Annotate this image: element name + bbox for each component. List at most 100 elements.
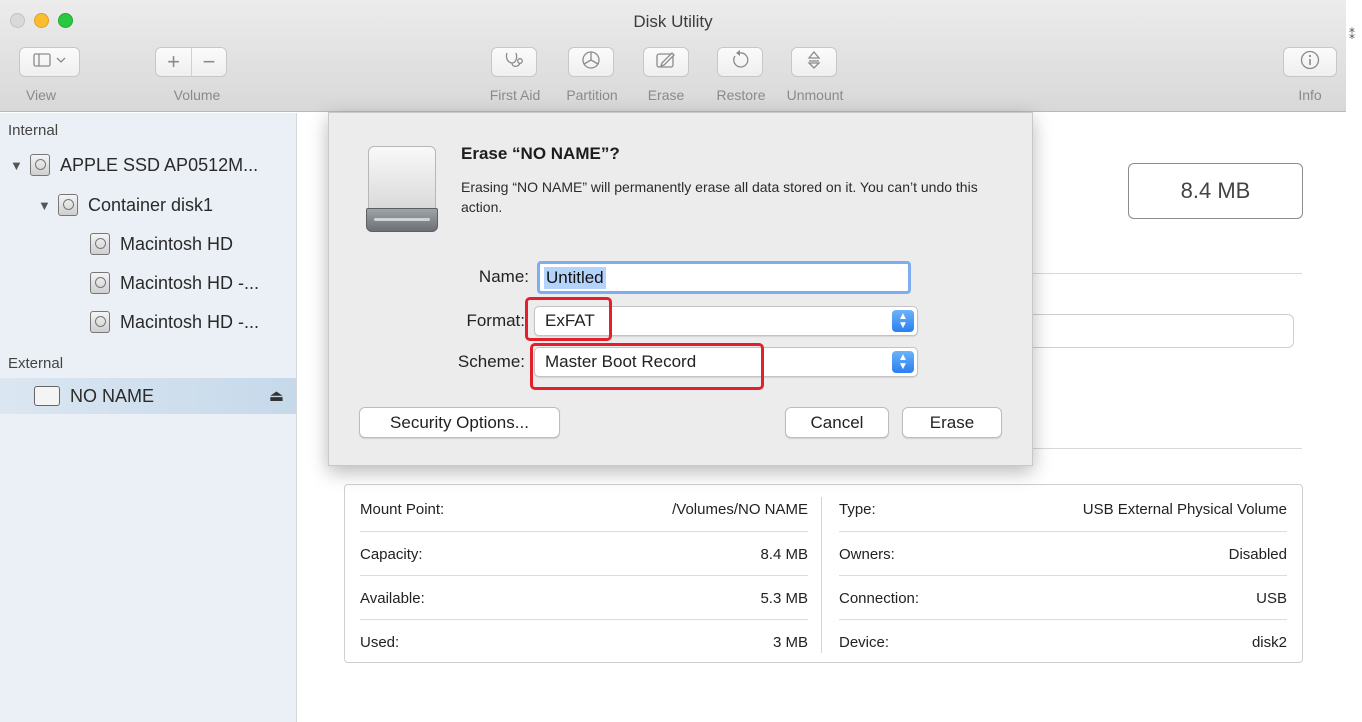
restore-icon (730, 49, 750, 75)
sidebar-item-label: Macintosh HD -... (120, 272, 260, 293)
sidebar-item-label: APPLE SSD AP0512M... (60, 154, 259, 175)
sidebar-item-row: NO NAME (34, 380, 154, 412)
sidebar-header-internal: Internal (8, 122, 59, 139)
erase-button[interactable]: Erase (902, 407, 1002, 438)
first-aid-button[interactable] (491, 47, 537, 77)
stethoscope-icon (503, 51, 525, 74)
info-value: disk2 (1251, 633, 1287, 651)
info-value: Disabled (1228, 545, 1287, 563)
sidebar-item-no-name[interactable]: NO NAME ⏏ (0, 378, 296, 414)
capacity-display: 8.4 MB (1128, 163, 1303, 219)
sidebar-header-external: External (8, 355, 64, 372)
window-edge (1346, 0, 1362, 722)
format-label: Format: (466, 311, 525, 330)
volume-disk-icon (90, 272, 110, 294)
sidebar-item-label: Container disk1 (88, 194, 214, 215)
table-row: Owners: Disabled (839, 532, 1287, 576)
column-divider (821, 497, 822, 653)
partition-label: Partition (566, 87, 618, 103)
format-highlight-annotation (525, 297, 612, 341)
chevron-up-down-icon: ▲ ▼ (892, 351, 914, 373)
external-drive-icon (366, 146, 438, 232)
resize-handle-icon[interactable]: ⁑ (1349, 28, 1355, 42)
volume-label: Volume (173, 87, 221, 103)
info-table: Mount Point: /Volumes/NO NAME Capacity: … (344, 484, 1303, 663)
info-value: /Volumes/NO NAME (672, 500, 808, 518)
cancel-button[interactable]: Cancel (785, 407, 889, 438)
security-options-button[interactable]: Security Options... (359, 407, 560, 438)
sidebar: Internal ▼ APPLE SSD AP0512M... ▼ Contai… (0, 113, 297, 722)
unmount-icon (806, 50, 822, 75)
container-disk-icon (58, 194, 78, 216)
sidebar-item-macintosh-hd-2[interactable]: Macintosh HD -... (90, 267, 259, 299)
table-row: Capacity: 8.4 MB (360, 532, 808, 576)
partition-button[interactable] (568, 47, 614, 77)
info-key: Type: (839, 500, 876, 518)
unmount-button[interactable] (791, 47, 837, 77)
internal-disk-icon (30, 154, 50, 176)
scheme-label: Scheme: (457, 352, 525, 371)
view-label: View (25, 87, 57, 103)
erase-toolbar-label: Erase (647, 87, 685, 103)
info-key: Capacity: (360, 545, 423, 563)
usage-bar (1028, 314, 1294, 348)
restore-label: Restore (716, 87, 766, 103)
dialog-title: Erase “NO NAME”? (461, 144, 620, 163)
sidebar-item-apple-ssd[interactable]: ▼ APPLE SSD AP0512M... (10, 149, 258, 181)
sidebar-item-label: NO NAME (70, 385, 155, 406)
disclosure-triangle-icon[interactable]: ▼ (38, 198, 58, 213)
table-row: Type: USB External Physical Volume (839, 487, 1287, 531)
eject-icon[interactable]: ⏏ (269, 386, 284, 406)
disclosure-triangle-icon[interactable]: ▼ (10, 158, 30, 173)
scheme-highlight-annotation (530, 343, 764, 390)
sidebar-view-icon (32, 52, 67, 72)
info-value: 8.4 MB (760, 545, 808, 563)
erase-dialog: Erase “NO NAME”? Erasing “NO NAME” will … (328, 112, 1033, 466)
info-key: Mount Point: (360, 500, 445, 518)
info-button[interactable] (1283, 47, 1337, 77)
restore-button[interactable] (717, 47, 763, 77)
unmount-label: Unmount (786, 87, 844, 103)
volume-disk-icon (90, 233, 110, 255)
sidebar-item-label: Macintosh HD (120, 233, 234, 254)
dialog-message: Erasing “NO NAME” will permanently erase… (461, 179, 978, 215)
sidebar-item-macintosh-hd[interactable]: Macintosh HD (90, 228, 233, 260)
add-volume-button[interactable]: + (156, 48, 191, 76)
volume-button-group: + − (155, 47, 227, 77)
info-icon (1300, 50, 1320, 75)
table-row: Device: disk2 (839, 620, 1287, 664)
chevron-up-down-icon: ▲ ▼ (892, 310, 914, 332)
sidebar-item-macintosh-hd-3[interactable]: Macintosh HD -... (90, 306, 259, 338)
table-row: Mount Point: /Volumes/NO NAME (360, 487, 808, 531)
erase-icon (655, 50, 677, 75)
name-field[interactable]: Untitled (537, 261, 911, 294)
table-row: Used: 3 MB (360, 620, 808, 664)
name-field-value: Untitled (544, 266, 606, 289)
info-key: Owners: (839, 545, 895, 563)
name-label: Name: (478, 267, 529, 286)
info-label: Info (1298, 87, 1322, 103)
divider (1033, 448, 1302, 449)
info-value: 5.3 MB (760, 589, 808, 607)
pie-icon (581, 50, 601, 75)
remove-volume-button[interactable]: − (190, 48, 226, 76)
info-key: Connection: (839, 589, 920, 607)
table-row: Available: 5.3 MB (360, 576, 808, 620)
erase-toolbar-button[interactable] (643, 47, 689, 77)
table-row: Connection: USB (839, 576, 1287, 620)
info-value: USB External Physical Volume (1082, 500, 1287, 518)
info-key: Available: (360, 589, 425, 607)
divider (1033, 273, 1302, 274)
first-aid-label: First Aid (489, 87, 541, 103)
toolbar: Disk Utility View + − Volume First Aid P… (0, 0, 1346, 112)
sidebar-item-label: Macintosh HD -... (120, 311, 260, 332)
info-value: USB (1256, 589, 1287, 607)
view-button[interactable] (19, 47, 80, 77)
info-value: 3 MB (772, 633, 808, 651)
external-disk-icon (34, 386, 60, 406)
window-title: Disk Utility (633, 12, 713, 31)
info-key: Device: (839, 633, 890, 651)
sidebar-item-container-disk1[interactable]: ▼ Container disk1 (38, 189, 213, 221)
info-key: Used: (360, 633, 400, 651)
volume-disk-icon (90, 311, 110, 333)
